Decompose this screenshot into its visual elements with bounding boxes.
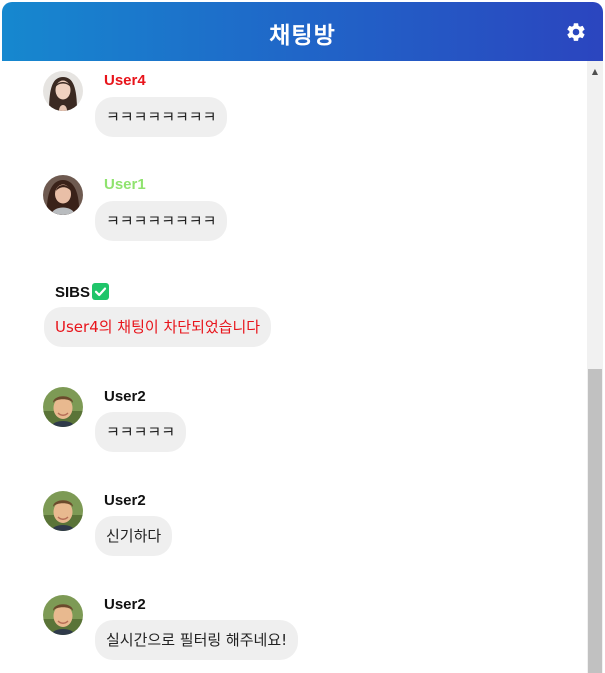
- username: User1: [104, 176, 146, 193]
- chat-header: 채팅방: [2, 2, 603, 61]
- message-text: 신기하다: [106, 527, 162, 545]
- chat-window: 채팅방 User4 ㅋㅋㅋㅋㅋㅋㅋㅋ User1 ㅋㅋㅋㅋㅋㅋㅋㅋ SIBS U…: [2, 2, 603, 673]
- user4-avatar[interactable]: [43, 71, 83, 111]
- user1-avatar[interactable]: [43, 175, 83, 215]
- message-bubble: ㅋㅋㅋㅋㅋㅋㅋㅋ: [95, 201, 228, 241]
- message-text: ㅋㅋㅋㅋㅋㅋㅋㅋ: [106, 212, 217, 230]
- scrollbar-thumb[interactable]: [588, 369, 602, 673]
- gear-icon[interactable]: [565, 21, 587, 43]
- message-bubble: User4의 채팅이 차단되었습니다: [44, 307, 272, 347]
- username: User4: [104, 72, 146, 89]
- message-text: ㅋㅋㅋㅋㅋ: [106, 423, 176, 441]
- message-list[interactable]: User4 ㅋㅋㅋㅋㅋㅋㅋㅋ User1 ㅋㅋㅋㅋㅋㅋㅋㅋ SIBS User4…: [2, 61, 587, 673]
- username: SIBS: [55, 283, 110, 301]
- username: User2: [104, 596, 146, 613]
- vertical-scrollbar[interactable]: ▲: [587, 61, 603, 673]
- message-text: ㅋㅋㅋㅋㅋㅋㅋㅋ: [106, 108, 217, 126]
- message-text: 실시간으로 필터링 해주네요!: [106, 631, 288, 649]
- username: User2: [104, 492, 146, 509]
- user2-avatar[interactable]: [43, 491, 83, 531]
- message-bubble: 신기하다: [95, 516, 173, 556]
- scroll-up-arrow-icon[interactable]: ▲: [587, 67, 603, 77]
- message-bubble: ㅋㅋㅋㅋㅋ: [95, 412, 187, 452]
- message-text: User4의 채팅이 차단되었습니다: [55, 318, 261, 336]
- user2-avatar[interactable]: [43, 387, 83, 427]
- message-bubble: 실시간으로 필터링 해주네요!: [95, 620, 299, 660]
- message-bubble: ㅋㅋㅋㅋㅋㅋㅋㅋ: [95, 97, 228, 137]
- verified-check-icon: [92, 283, 110, 300]
- user2-avatar[interactable]: [43, 595, 83, 635]
- chat-room-title: 채팅방: [269, 23, 336, 49]
- username: User2: [104, 388, 146, 405]
